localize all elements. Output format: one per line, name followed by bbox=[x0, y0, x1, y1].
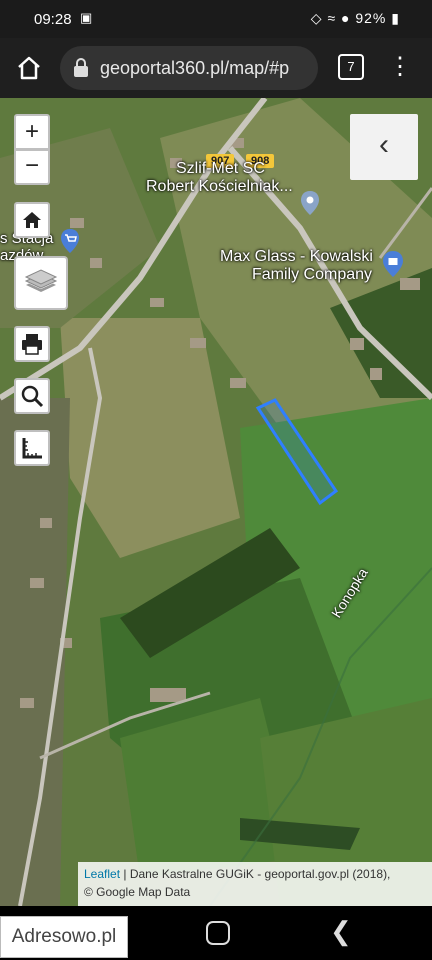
poi-label-szlif-met[interactable]: Szlif-Met SC Robert Kościelniak... bbox=[146, 160, 293, 196]
nav-back-button[interactable]: ❮ bbox=[330, 916, 352, 947]
zoom-out-button[interactable]: − bbox=[14, 149, 50, 185]
leaflet-link[interactable]: Leaflet bbox=[84, 867, 120, 881]
signal-icon: ◇ ≈ ● bbox=[310, 10, 351, 26]
status-time: 09:28 bbox=[34, 11, 72, 28]
print-icon bbox=[22, 334, 42, 355]
ruler-icon bbox=[22, 438, 42, 459]
more-menu-icon[interactable]: ⋮ bbox=[388, 52, 412, 82]
shopping-cart-pin-icon[interactable] bbox=[60, 228, 80, 254]
layers-icon bbox=[24, 269, 58, 292]
lock-icon bbox=[74, 58, 88, 77]
home-icon bbox=[18, 56, 40, 80]
shopping-pin-icon[interactable] bbox=[382, 250, 404, 278]
search-button[interactable] bbox=[14, 378, 50, 414]
print-button[interactable] bbox=[14, 326, 50, 362]
map-home-button[interactable] bbox=[14, 202, 50, 238]
battery-level: 92% bbox=[355, 10, 387, 26]
location-pin-icon[interactable] bbox=[300, 190, 320, 216]
nav-home-button[interactable] bbox=[206, 921, 230, 945]
zoom-in-button[interactable]: + bbox=[14, 114, 50, 150]
measure-button[interactable] bbox=[14, 430, 50, 466]
tab-switcher-button[interactable]: 7 bbox=[338, 54, 364, 80]
satellite-imagery bbox=[0, 98, 432, 906]
search-icon bbox=[21, 385, 44, 408]
browser-toolbar: geoportal360.pl/map/#p 7 ⋮ bbox=[0, 38, 432, 98]
home-icon bbox=[23, 212, 41, 228]
status-indicators: ◇ ≈ ● 92% ▮ bbox=[311, 10, 400, 27]
status-bar: 09:28 ▣ ◇ ≈ ● 92% ▮ bbox=[0, 0, 432, 38]
browser-home-button[interactable] bbox=[14, 53, 44, 83]
url-text: geoportal360.pl/map/#p bbox=[100, 58, 290, 78]
map-attribution: Leaflet | Dane Kastralne GUGiK - geoport… bbox=[78, 862, 432, 906]
adresowo-watermark: Adresowo.pl bbox=[0, 916, 128, 958]
address-bar[interactable]: geoportal360.pl/map/#p bbox=[60, 46, 318, 90]
battery-icon: ▮ bbox=[391, 10, 400, 26]
gallery-notification-icon: ▣ bbox=[80, 10, 93, 25]
poi-label-max-glass[interactable]: Max Glass - Kowalski Family Company bbox=[220, 248, 373, 284]
layers-button[interactable] bbox=[14, 256, 68, 310]
side-panel-toggle-button[interactable]: ‹ bbox=[350, 114, 418, 180]
map-view[interactable]: 907 908 Szlif-Met SC Robert Kościelniak.… bbox=[0, 98, 432, 906]
